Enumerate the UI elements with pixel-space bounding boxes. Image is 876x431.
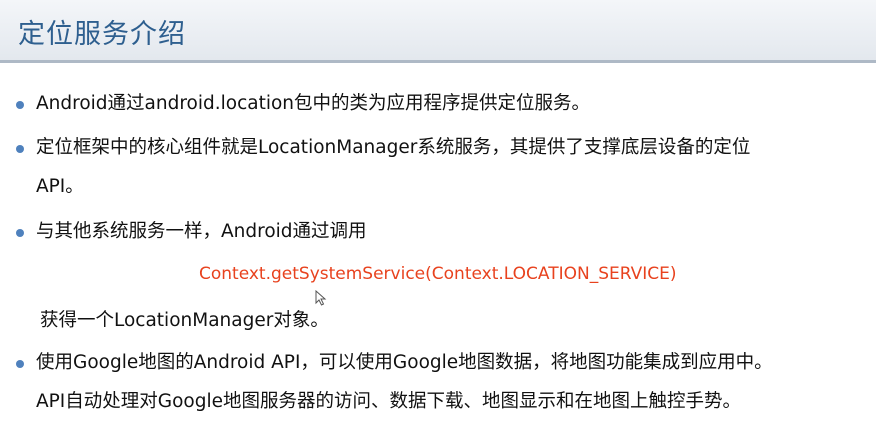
bullet-dot bbox=[16, 229, 24, 237]
slide-title: 定位服务介绍 bbox=[18, 19, 186, 50]
code-snippet: Context.getSystemService(Context.LOCATIO… bbox=[199, 264, 677, 284]
bullet-4-line-2: API自动处理对Google地图服务器的访问、数据下载、地图显示和在地图上触控手… bbox=[36, 391, 742, 412]
bullet-1-line-1: Android通过android.location包中的类为应用程序提供定位服务… bbox=[36, 93, 591, 114]
title-divider bbox=[0, 60, 876, 63]
bullet-3-line-1: 与其他系统服务一样，Android通过调用 bbox=[36, 221, 367, 242]
bullet-2-line-2: API。 bbox=[36, 176, 84, 197]
bullet-dot bbox=[16, 101, 24, 109]
continuation-text: 获得一个LocationManager对象。 bbox=[40, 310, 329, 331]
mouse-cursor-icon bbox=[315, 290, 327, 306]
bullet-dot bbox=[16, 360, 24, 368]
bullet-2-line-1: 定位框架中的核心组件就是LocationManager系统服务，其提供了支撑底层… bbox=[36, 137, 751, 158]
bullet-4-line-1: 使用Google地图的Android API，可以使用Google地图数据，将地… bbox=[36, 352, 773, 373]
bullet-dot bbox=[16, 145, 24, 153]
